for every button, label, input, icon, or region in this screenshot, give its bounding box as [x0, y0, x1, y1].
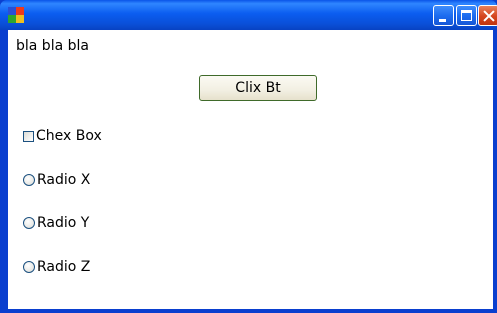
radio-z-label: Radio Z — [37, 259, 91, 275]
radio-x-button[interactable] — [23, 174, 35, 186]
app-icon[interactable] — [8, 7, 24, 23]
checkbox-box[interactable] — [23, 130, 34, 142]
radio-y-button[interactable] — [23, 217, 35, 229]
radio-y[interactable]: Radio Y — [23, 213, 89, 233]
clix-button[interactable]: Clix Bt — [199, 75, 317, 101]
minimize-button[interactable] — [433, 5, 454, 26]
window-border-right — [493, 30, 497, 313]
checkbox-label: Chex Box — [36, 128, 102, 144]
radio-x-label: Radio X — [37, 172, 91, 188]
radio-x[interactable]: Radio X — [23, 170, 90, 190]
app-window: bla bla bla Clix Bt Chex Box Radio X Rad… — [0, 0, 497, 313]
maximize-button[interactable] — [456, 5, 477, 26]
close-button[interactable] — [478, 5, 497, 26]
client-area: bla bla bla Clix Bt Chex Box Radio X Rad… — [8, 30, 493, 309]
static-label: bla bla bla — [16, 38, 89, 54]
title-bar[interactable] — [0, 0, 497, 30]
radio-z-button[interactable] — [23, 261, 35, 273]
window-border-bottom — [0, 309, 497, 313]
radio-z[interactable]: Radio Z — [23, 257, 90, 277]
chex-box-checkbox[interactable]: Chex Box — [23, 126, 102, 146]
window-border-left — [0, 30, 8, 313]
radio-y-label: Radio Y — [37, 215, 90, 231]
